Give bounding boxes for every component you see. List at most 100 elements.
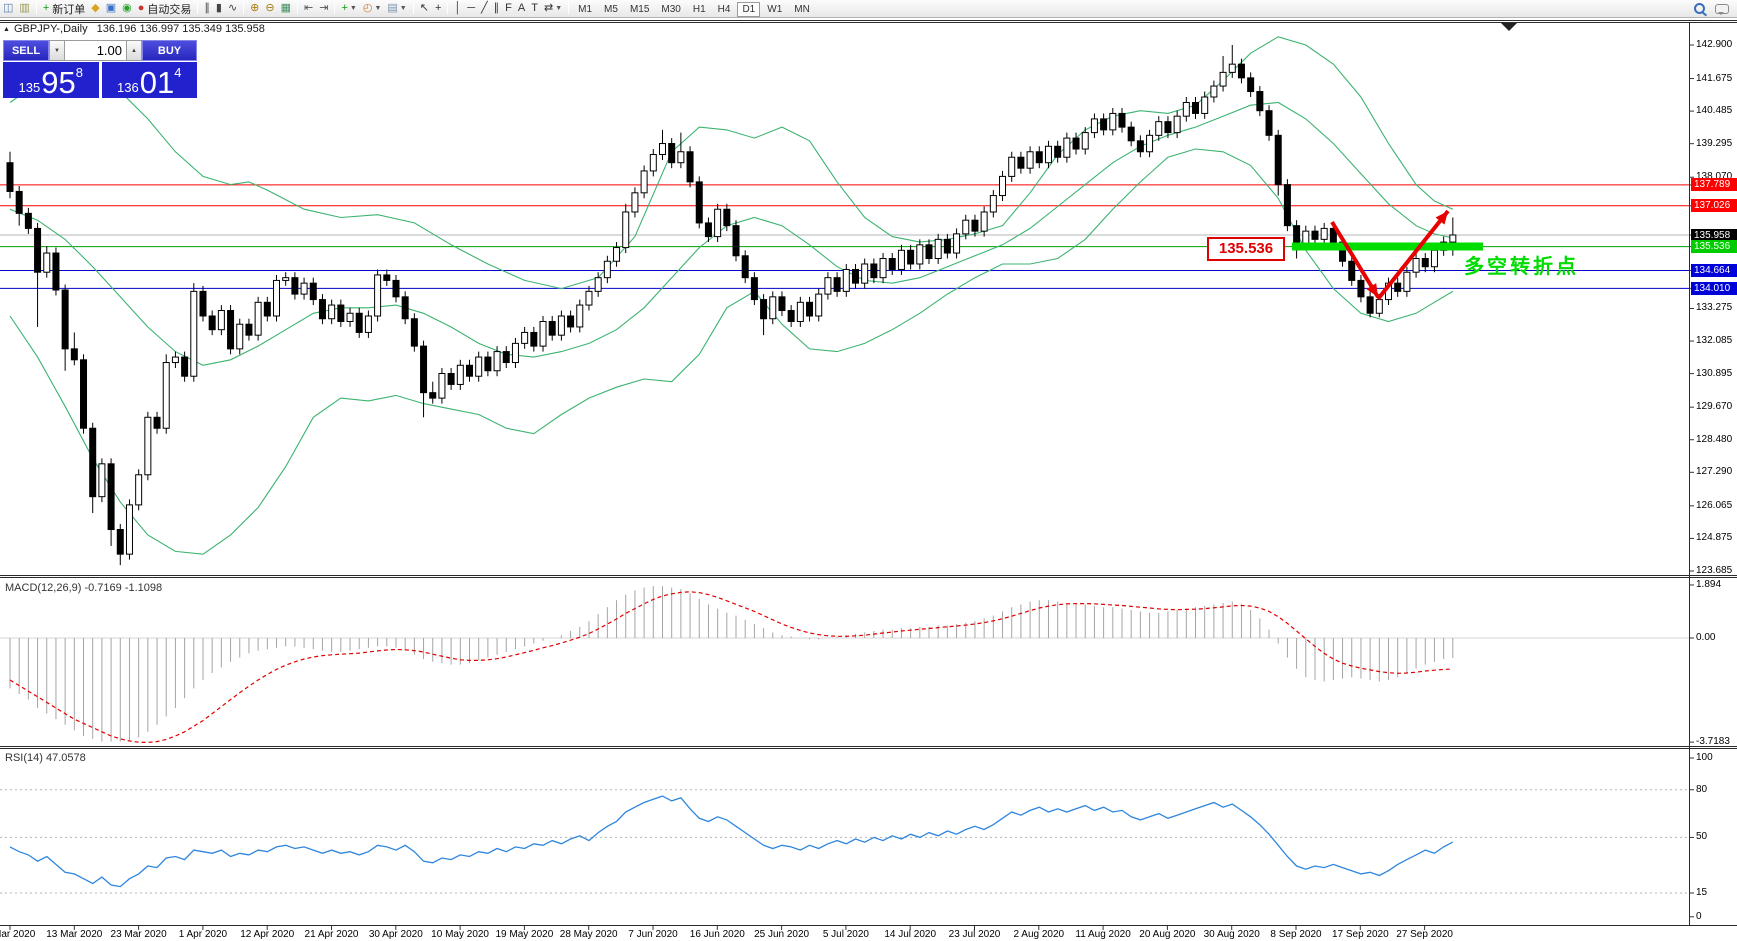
chat-icon[interactable] [1715, 3, 1729, 15]
chevron-down-icon[interactable]: ▼ [400, 5, 407, 12]
date-axis-label: 23 Mar 2020 [110, 929, 167, 940]
tab-timeframe-MN[interactable]: MN [789, 2, 815, 17]
macd-axis-tick: 1.894 [1696, 578, 1722, 590]
text-label-icon[interactable]: T [528, 1, 541, 16]
signals-icon[interactable]: ◉ [119, 1, 135, 16]
history-center-icon[interactable]: ◆ [88, 1, 102, 16]
sell-price-sup: 8 [75, 65, 83, 80]
add-indicator-icon[interactable]: + ▼ [338, 1, 359, 16]
date-axis-label: 16 Jun 2020 [689, 929, 745, 940]
shift-chart-icon[interactable]: ⇥ [316, 1, 331, 16]
tab-timeframe-W1[interactable]: W1 [762, 2, 787, 17]
chart-shift-marker[interactable] [1501, 23, 1517, 31]
cursor-icon[interactable]: ↖ [417, 1, 432, 16]
date-axis-label: 13 Mar 2020 [46, 929, 103, 940]
sell-button[interactable]: SELL [3, 40, 49, 61]
toolbar-separator [334, 2, 336, 14]
tab-timeframe-M30[interactable]: M30 [656, 2, 685, 17]
text-icon[interactable]: A [515, 1, 528, 16]
search-icon[interactable] [1694, 3, 1705, 14]
new-order-icon[interactable]: + 新订单 [40, 1, 88, 16]
tab-timeframe-D1[interactable]: D1 [737, 1, 761, 17]
date-axis-label: 30 Aug 2020 [1203, 929, 1260, 940]
one-click-trading-panel: SELL ▼ ▲ BUY 135 95 8 136 01 4 [3, 40, 197, 98]
crosshair-icon[interactable]: + [432, 1, 444, 16]
fibonacci-icon[interactable]: F [502, 1, 515, 16]
chevron-down-icon[interactable]: ▼ [374, 5, 381, 12]
add-indicator-icon: + [341, 2, 348, 14]
price-axis-tick: 141.675 [1696, 72, 1733, 84]
buy-price-display[interactable]: 136 01 4 [101, 62, 197, 98]
vertical-line-icon[interactable]: │ [451, 1, 464, 16]
sell-price-big: 95 [41, 65, 76, 100]
new-order-icon: + [42, 2, 50, 14]
tab-timeframe-M5[interactable]: M5 [599, 2, 623, 17]
turning-point-annotation[interactable]: 多空转折点 [1464, 250, 1579, 279]
tab-timeframe-H1[interactable]: H1 [688, 2, 711, 17]
toolbar-separator [412, 2, 414, 14]
volume-down-button[interactable]: ▼ [49, 40, 65, 61]
crosshair-icon: + [434, 2, 442, 14]
autotrading-icon-label: 自动交易 [147, 3, 192, 16]
chart-canvas[interactable] [0, 0, 1737, 941]
auto-scroll-icon[interactable]: ⇤ [301, 1, 316, 16]
line-chart-icon[interactable]: ∿ [225, 1, 240, 16]
volume-input[interactable] [65, 40, 126, 61]
toolbar-separator [568, 2, 570, 14]
zoom-in-icon[interactable]: ⊕ [247, 1, 262, 16]
text-icon: A [517, 2, 526, 14]
price-axis-tick: 140.485 [1696, 105, 1733, 117]
price-axis-tick: 124.875 [1696, 532, 1733, 544]
tab-timeframe-M15[interactable]: M15 [625, 2, 654, 17]
periods-icon[interactable]: ◴ ▼ [360, 1, 385, 16]
tile-windows-icon[interactable]: ▦ [278, 1, 294, 16]
toolbar-items: ◫ ▥ + 新订单 ◆ ▣ ◉ ● 自动交易 ∥ ▮ ∿ ⊕ ⊖ ▦ ⇤ ⇥ + ▼ ◴ ▼ ▤ ▼ ↖ + │ ─ ╱ ∥ F A T ⇄ ▼ [0, 1, 572, 16]
ohlc-values: 136.196 136.997 135.349 135.958 [96, 23, 265, 35]
support-price-annotation[interactable]: 135.536 [1207, 237, 1285, 261]
date-axis-label: 28 May 2020 [559, 929, 618, 940]
charts-window-icon[interactable]: ◫ [0, 1, 16, 16]
zoom-in-icon: ⊕ [250, 2, 260, 14]
toolbar-separator [35, 2, 37, 14]
panel-collapse-icon[interactable]: ▲ [3, 26, 10, 33]
chevron-down-icon[interactable]: ▼ [350, 5, 357, 12]
date-axis-label: 19 May 2020 [495, 929, 554, 940]
data-window-icon: ▥ [19, 2, 30, 14]
mt4-terminal: { "toolbar": { "items": [ {"name":"chart… [0, 0, 1737, 941]
date-axis-label: 25 Jun 2020 [754, 929, 810, 940]
candlestick-chart-icon[interactable]: ▮ [213, 1, 225, 16]
price-axis-tick: 130.895 [1696, 367, 1733, 379]
bar-chart-icon[interactable]: ∥ [201, 1, 213, 16]
support-zone-bar[interactable] [1292, 242, 1483, 251]
bollinger-bands [9, 36, 1454, 555]
date-axis-label: 2 Aug 2020 [1013, 929, 1065, 940]
tab-timeframe-M1[interactable]: M1 [573, 2, 597, 17]
tab-timeframe-H4[interactable]: H4 [713, 2, 736, 17]
sell-price-display[interactable]: 135 95 8 [3, 62, 99, 98]
data-window-icon[interactable]: ▥ [16, 1, 32, 16]
trendline-icon: ╱ [481, 2, 488, 14]
price-line-label: 134.010 [1691, 281, 1737, 295]
date-axis-label: 14 Jul 2020 [884, 929, 937, 940]
equidistant-channel-icon[interactable]: ∥ [491, 1, 503, 16]
arrows-icon: ⇄ [543, 2, 554, 14]
toolbar-separator [197, 2, 199, 14]
trendline-icon[interactable]: ╱ [478, 1, 491, 16]
volume-up-button[interactable]: ▲ [126, 40, 142, 61]
horizontal-line-icon[interactable]: ─ [464, 1, 478, 16]
chevron-down-icon[interactable]: ▼ [555, 5, 562, 12]
buy-button[interactable]: BUY [142, 40, 197, 61]
price-line-label: 137.026 [1691, 199, 1737, 213]
expert-advisors-icon[interactable]: ▣ [103, 1, 119, 16]
templates-icon[interactable]: ▤ ▼ [384, 1, 409, 16]
autotrading-icon[interactable]: ● 自动交易 [135, 1, 195, 16]
trend-arrows[interactable] [1330, 209, 1450, 301]
arrows-icon[interactable]: ⇄ ▼ [541, 1, 565, 16]
zoom-out-icon: ⊖ [265, 2, 275, 14]
price-axis-tick: 123.685 [1696, 564, 1733, 576]
line-chart-icon: ∿ [227, 2, 238, 14]
fibonacci-icon: F [505, 2, 512, 14]
zoom-out-icon[interactable]: ⊖ [262, 1, 277, 16]
date-axis-label: 11 Aug 2020 [1075, 929, 1131, 940]
buy-price-small: 136 [117, 80, 139, 95]
